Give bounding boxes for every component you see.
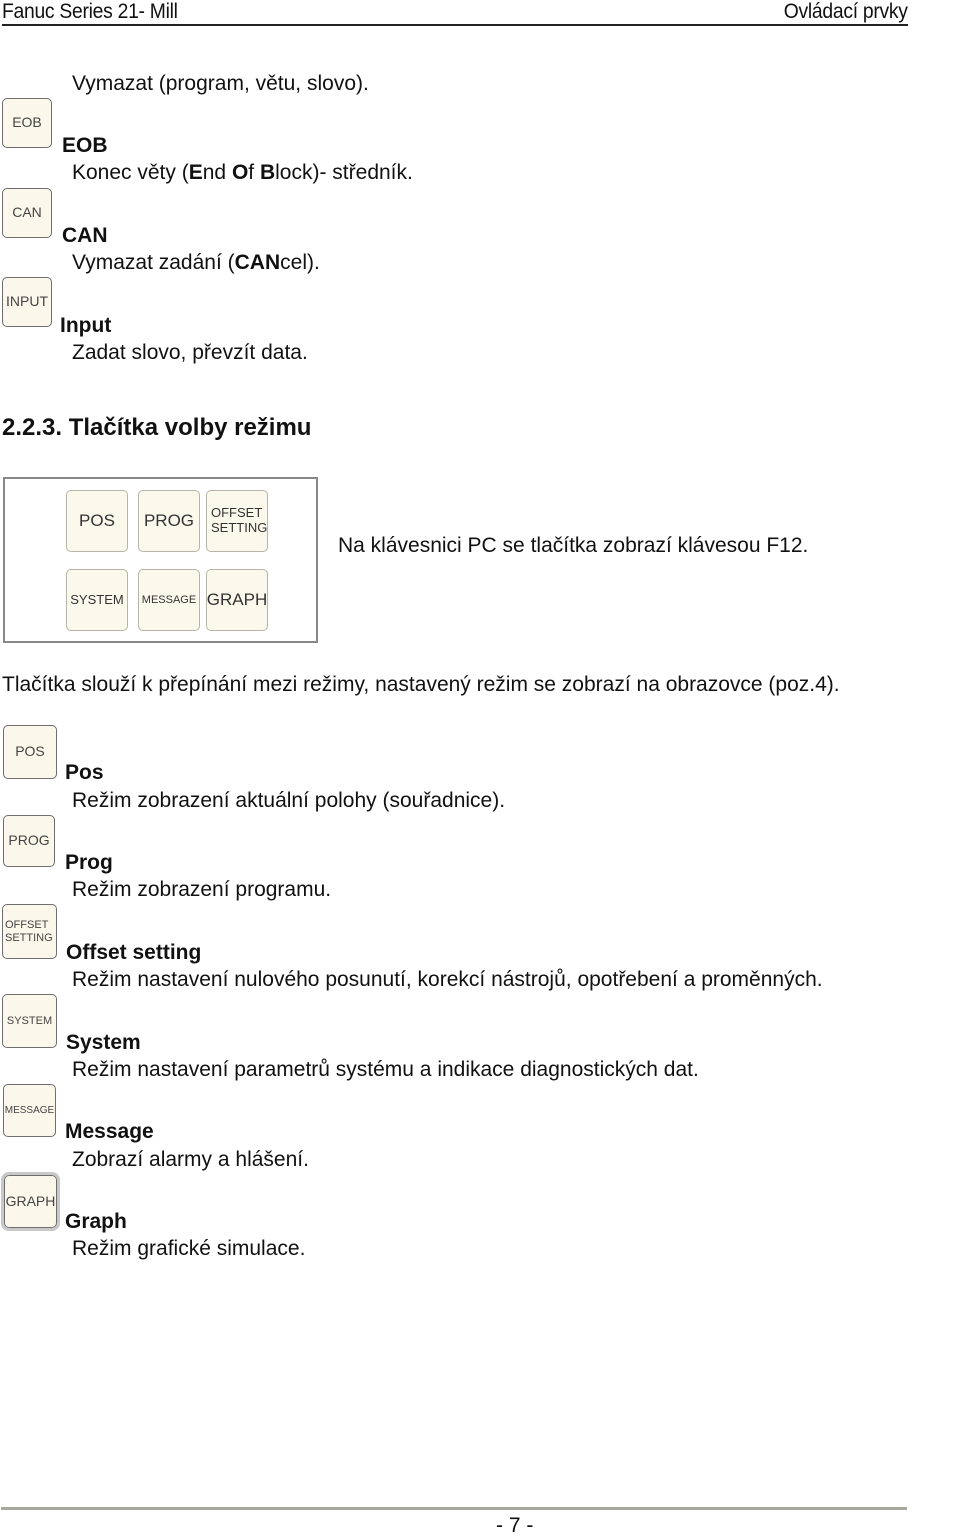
offset-setting-description: Režim nastavení nulového posunutí, korek… (72, 968, 823, 991)
panel-message-key: MESSAGE (138, 569, 200, 631)
can-description: Vymazat zadání (CANcel). (72, 251, 320, 274)
pos-key-icon: POS (3, 725, 57, 779)
system-key-icon: SYSTEM (2, 994, 57, 1048)
mode-keys-panel-image: POS PROG OFFSET SETTING SYSTEM MESSAGE G… (3, 477, 318, 643)
pos-title: Pos (65, 761, 104, 784)
prog-key-icon: PROG (3, 815, 55, 867)
panel-system-key: SYSTEM (66, 569, 128, 631)
eob-title: EOB (62, 134, 108, 157)
offset-setting-key-icon: OFFSET SETTING (2, 904, 57, 959)
offset-setting-title: Offset setting (66, 941, 202, 964)
panel-offset-setting-key: OFFSET SETTING (206, 490, 268, 552)
message-description: Zobrazí alarmy a hlášení. (72, 1148, 309, 1171)
eob-description: Konec věty (End Of Block)- středník. (72, 161, 413, 184)
panel-prog-key: PROG (138, 490, 200, 552)
message-key-icon: MESSAGE (3, 1084, 56, 1137)
can-key-icon: CAN (2, 188, 52, 238)
system-description: Režim nastavení parametrů systému a indi… (72, 1058, 699, 1081)
section-heading: 2.2.3. Tlačítka volby režimu (2, 414, 312, 441)
message-title: Message (65, 1120, 154, 1143)
input-description: Zadat slovo, převzít data. (72, 341, 308, 364)
pos-description: Režim zobrazení aktuální polohy (souřadn… (72, 789, 506, 812)
panel-note: Na klávesnici PC se tlačítka zobrazí klá… (338, 534, 809, 557)
can-title: CAN (62, 224, 108, 247)
header-title: Fanuc Series 21- Mill (2, 0, 178, 23)
input-key-icon: INPUT (2, 277, 52, 327)
prog-title: Prog (65, 851, 113, 874)
graph-key-icon: GRAPH (1, 1172, 60, 1231)
page-header: Fanuc Series 21- Mill Ovládací prvky (2, 0, 908, 26)
input-title: Input (60, 314, 112, 337)
graph-title: Graph (65, 1210, 127, 1233)
panel-graph-key: GRAPH (206, 569, 268, 631)
footer-divider (1, 1507, 907, 1510)
section-paragraph: Tlačítka slouží k přepínání mezi režimy,… (2, 673, 840, 696)
page-number: - 7 - (496, 1514, 534, 1537)
header-section: Ovládací prvky (784, 0, 908, 23)
intro-line: Vymazat (program, větu, slovo). (72, 72, 369, 95)
system-title: System (66, 1031, 141, 1054)
eob-key-icon: EOB (2, 98, 52, 148)
panel-pos-key: POS (66, 490, 128, 552)
prog-description: Režim zobrazení programu. (72, 878, 332, 901)
graph-description: Režim grafické simulace. (72, 1237, 306, 1260)
